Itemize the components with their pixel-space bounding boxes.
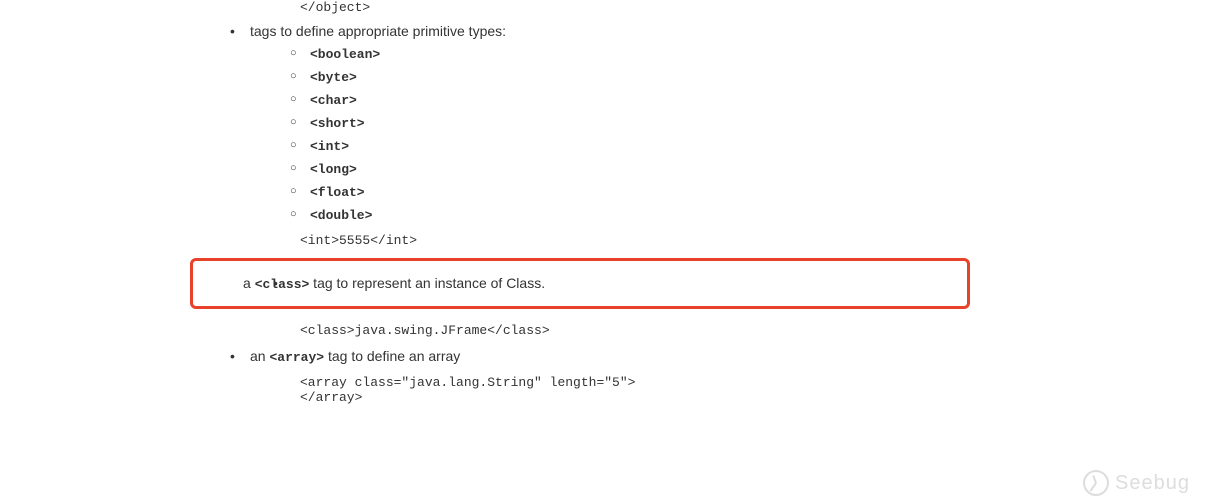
code-closing-object: </object> [300,0,1210,15]
class-example: <class>java.swing.JFrame</class> [300,323,1210,338]
type-int: <int> [290,137,1210,154]
outer-list: tags to define appropriate primitive typ… [200,23,1210,248]
type-float: <float> [290,183,1210,200]
type-double: <double> [290,206,1210,223]
watermark-text: Seebug [1115,472,1190,495]
outer-list-2: an <array> tag to define an array <array… [200,348,1210,405]
type-short: <short> [290,114,1210,131]
list-item-primitive-types: tags to define appropriate primitive typ… [200,23,1210,248]
list-item-array-tag: an <array> tag to define an array <array… [200,348,1210,405]
seebug-icon [1083,470,1109,496]
type-byte: <byte> [290,68,1210,85]
array-tag-text: an <array> tag to define an array [250,348,460,364]
primitive-types-label: tags to define appropriate primitive typ… [250,23,506,39]
type-long: <long> [290,160,1210,177]
type-char: <char> [290,91,1210,108]
int-example: <int>5555</int> [300,233,1210,248]
highlight-box-class-tag: a <class> tag to represent an instance o… [190,258,970,309]
array-example: <array class="java.lang.String" length="… [300,375,1210,405]
primitive-types-inner-list: <boolean> <byte> <char> <short> <int> <l… [290,45,1210,223]
watermark: Seebug [1083,470,1190,496]
class-tag-text: a <class> tag to represent an instance o… [243,275,957,292]
type-boolean: <boolean> [290,45,1210,62]
